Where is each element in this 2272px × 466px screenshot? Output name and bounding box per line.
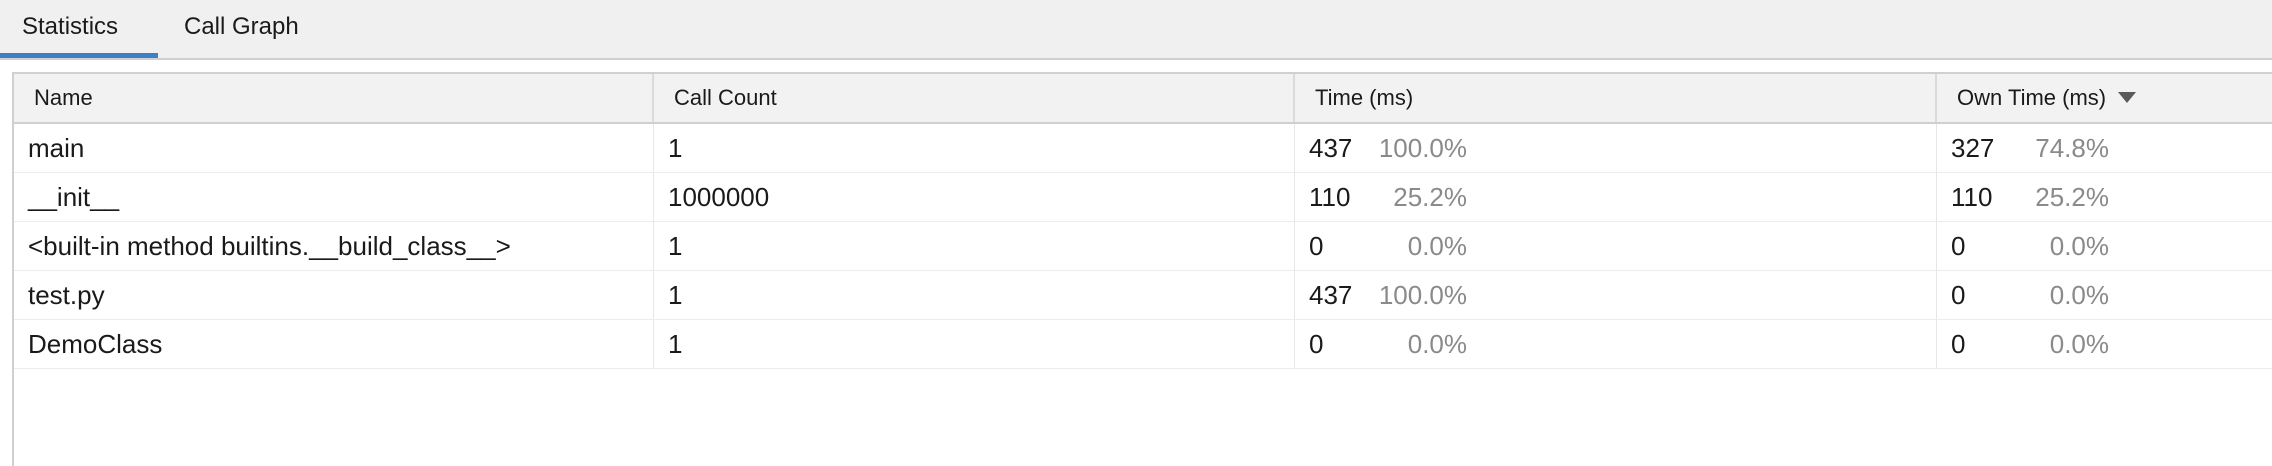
- cell-own-time: 0 0.0%: [1937, 271, 2272, 319]
- own-time-value: 0: [1951, 280, 1966, 310]
- column-header-time[interactable]: Time (ms): [1295, 74, 1937, 122]
- time-percent: 0.0%: [1407, 329, 1467, 359]
- table-header: Name Call Count Time (ms) Own Time (ms): [14, 74, 2272, 124]
- tab-statistics[interactable]: Statistics: [0, 0, 158, 58]
- cell-call-count: 1000000: [654, 173, 1295, 221]
- own-time-percent: 0.0%: [2049, 280, 2109, 310]
- own-time-value: 0: [1951, 231, 1966, 261]
- column-header-own-time[interactable]: Own Time (ms): [1937, 74, 2272, 122]
- cell-time: 0 0.0%: [1295, 320, 1937, 368]
- cell-name: DemoClass: [14, 320, 654, 368]
- cell-call-count: 1: [654, 320, 1295, 368]
- cell-name: __init__: [14, 173, 654, 221]
- cell-call-count: 1: [654, 271, 1295, 319]
- cell-own-time: 110 25.2%: [1937, 173, 2272, 221]
- time-value: 0: [1309, 231, 1324, 261]
- table-row[interactable]: DemoClass 1 0 0.0% 0 0.0%: [14, 320, 2272, 369]
- own-time-value: 0: [1951, 329, 1966, 359]
- time-percent: 25.2%: [1393, 182, 1467, 212]
- cell-name: test.py: [14, 271, 654, 319]
- cell-time: 437 100.0%: [1295, 271, 1937, 319]
- time-value: 0: [1309, 329, 1324, 359]
- column-header-label: Name: [34, 85, 93, 110]
- own-time-value: 110: [1951, 182, 1993, 212]
- own-time-percent: 0.0%: [2049, 231, 2109, 261]
- statistics-table: Name Call Count Time (ms) Own Time (ms) …: [12, 72, 2272, 466]
- cell-call-count: 1: [654, 124, 1295, 172]
- time-percent: 100.0%: [1378, 280, 1467, 310]
- column-header-label: Own Time (ms): [1957, 85, 2107, 110]
- table-row[interactable]: test.py 1 437 100.0% 0 0.0%: [14, 271, 2272, 320]
- cell-call-count: 1: [654, 222, 1295, 270]
- tab-call-graph[interactable]: Call Graph: [162, 0, 321, 58]
- tab-bar: Statistics Call Graph: [0, 0, 2272, 60]
- cell-name: main: [14, 124, 654, 172]
- time-value: 437: [1309, 280, 1353, 310]
- cell-time: 0 0.0%: [1295, 222, 1937, 270]
- own-time-percent: 25.2%: [2035, 182, 2109, 212]
- table-row[interactable]: __init__ 1000000 110 25.2% 110 25.2%: [14, 173, 2272, 222]
- table-row[interactable]: main 1 437 100.0% 327 74.8%: [14, 124, 2272, 173]
- table-row[interactable]: <built-in method builtins.__build_class_…: [14, 222, 2272, 271]
- column-header-label: Call Count: [674, 85, 777, 110]
- column-header-label: Time (ms): [1315, 85, 1414, 110]
- own-time-value: 327: [1951, 133, 1995, 163]
- sort-descending-icon: [2118, 91, 2137, 103]
- cell-own-time: 0 0.0%: [1937, 222, 2272, 270]
- time-value: 110: [1309, 182, 1351, 212]
- cell-time: 110 25.2%: [1295, 173, 1937, 221]
- table-body: main 1 437 100.0% 327 74.8% __init__ 10000…: [14, 124, 2272, 369]
- cell-name: <built-in method builtins.__build_class_…: [14, 222, 654, 270]
- column-header-name[interactable]: Name: [14, 74, 654, 122]
- cell-own-time: 327 74.8%: [1937, 124, 2272, 172]
- time-value: 437: [1309, 133, 1353, 163]
- time-percent: 0.0%: [1407, 231, 1467, 261]
- cell-time: 437 100.0%: [1295, 124, 1937, 172]
- own-time-percent: 0.0%: [2049, 329, 2109, 359]
- column-header-call-count[interactable]: Call Count: [654, 74, 1295, 122]
- own-time-percent: 74.8%: [2035, 133, 2109, 163]
- time-percent: 100.0%: [1378, 133, 1467, 163]
- cell-own-time: 0 0.0%: [1937, 320, 2272, 368]
